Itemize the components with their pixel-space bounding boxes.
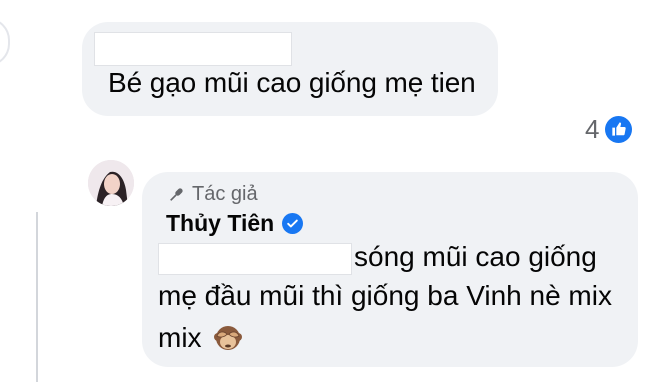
reaction-count: 4 xyxy=(585,114,600,144)
reply-text-fragment: mix xyxy=(158,322,202,353)
reply-text-line: mẹ đầu mũi thì giống ba Vinh nè mix xyxy=(158,280,612,311)
redacted-commenter-name xyxy=(94,32,292,66)
reply-thread-line xyxy=(36,212,38,382)
author-row: Thủy Tiên xyxy=(166,210,304,237)
see-no-evil-monkey-icon xyxy=(212,322,244,354)
author-badge-label: Tác giả xyxy=(192,183,258,205)
microphone-icon xyxy=(170,187,183,201)
reaction-summary[interactable]: 4 xyxy=(585,114,633,144)
like-icon xyxy=(605,115,633,143)
author-name[interactable]: Thủy Tiên xyxy=(166,210,274,237)
author-badge: Tác giả xyxy=(166,183,258,206)
verified-badge-icon xyxy=(282,213,304,234)
redacted-mention xyxy=(158,243,352,275)
reply-text-line: sóng mũi cao giống xyxy=(354,241,597,272)
previous-comment-edge xyxy=(0,18,10,66)
reply-text-line: mix xyxy=(158,320,244,356)
comment-text: Bé gạo mũi cao giống mẹ tien xyxy=(108,67,476,98)
avatar[interactable] xyxy=(88,160,134,206)
reply-bubble: Tác giả Thủy Tiên sóng mũi cao giống mẹ … xyxy=(142,172,638,367)
comment-bubble: Bé gạo mũi cao giống mẹ tien xyxy=(82,22,498,116)
